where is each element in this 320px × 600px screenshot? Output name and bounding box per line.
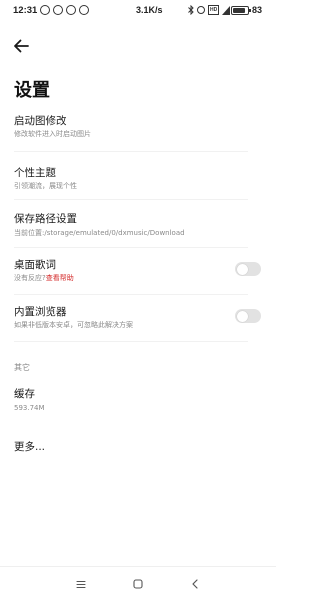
builtin-browser-toggle[interactable] — [235, 309, 261, 323]
menu-button[interactable] — [70, 573, 92, 595]
notification-icon — [53, 5, 63, 15]
signal-icon — [222, 5, 231, 15]
menu-icon — [76, 580, 86, 588]
divider — [14, 341, 248, 342]
setting-subtitle: 如果非低版本安卓，可忽略此解决方案 — [14, 321, 133, 329]
setting-subtitle: 没有反应?查看帮助 — [14, 273, 74, 283]
sync-icon — [66, 5, 76, 15]
status-time: 12:31 — [13, 5, 38, 16]
help-prefix: 没有反应? — [14, 274, 46, 282]
arrow-left-icon — [14, 39, 29, 53]
divider — [14, 199, 248, 200]
bluetooth-icon — [188, 5, 194, 15]
home-icon — [133, 579, 143, 589]
divider — [14, 247, 248, 248]
view-help-link[interactable]: 查看帮助 — [46, 274, 74, 282]
setting-theme[interactable]: 个性主题 引领潮流，展现个性 — [0, 160, 276, 200]
setting-subtitle: 当前位置:/storage/emulated/0/dxmusic/Downloa… — [14, 229, 185, 237]
setting-more[interactable]: 更多... — [0, 433, 276, 459]
back-nav-button[interactable] — [184, 573, 206, 595]
setting-title: 个性主题 — [14, 167, 56, 179]
status-left-icons — [40, 5, 89, 15]
setting-cache[interactable]: 缓存 593.74M — [0, 380, 276, 420]
system-nav-bar — [0, 566, 276, 600]
toggle-knob — [236, 263, 248, 275]
desktop-lyrics-toggle[interactable] — [235, 262, 261, 276]
divider — [14, 294, 248, 295]
network-speed: 3.1K/s — [136, 5, 163, 15]
page-title: 设置 — [14, 80, 50, 101]
wechat-icon — [40, 5, 50, 15]
setting-title: 桌面歌词 — [14, 259, 56, 271]
cache-size: 593.74M — [14, 404, 45, 412]
more-label: 更多... — [14, 441, 46, 453]
setting-save-path[interactable]: 保存路径设置 当前位置:/storage/emulated/0/dxmusic/… — [0, 205, 276, 247]
setting-builtin-browser[interactable]: 内置浏览器 如果非低版本安卓，可忽略此解决方案 — [0, 299, 276, 341]
alarm-icon — [79, 5, 89, 15]
home-button[interactable] — [127, 573, 149, 595]
setting-title: 内置浏览器 — [14, 306, 67, 318]
back-icon — [192, 579, 198, 589]
status-bar: 12:31 3.1K/s HD 83 — [0, 0, 276, 24]
battery-fill — [233, 8, 245, 13]
battery-icon — [231, 6, 251, 15]
status-right-icons: HD — [188, 5, 231, 15]
setting-subtitle: 引领潮流，展现个性 — [14, 182, 77, 190]
setting-title: 保存路径设置 — [14, 213, 77, 225]
setting-title: 启动图修改 — [14, 115, 67, 127]
hd-icon: HD — [208, 5, 220, 15]
divider — [14, 151, 248, 152]
back-button[interactable] — [9, 36, 33, 56]
battery-percent: 83 — [252, 5, 263, 15]
alarm-clock-icon — [197, 6, 205, 14]
toggle-knob — [236, 310, 248, 322]
setting-title: 缓存 — [14, 388, 35, 400]
setting-splash-image[interactable]: 启动图修改 修改软件进入时启动图片 — [0, 108, 276, 152]
section-label-other: 其它 — [14, 363, 30, 372]
setting-subtitle: 修改软件进入时启动图片 — [14, 130, 91, 138]
setting-desktop-lyrics[interactable]: 桌面歌词 没有反应?查看帮助 — [0, 252, 276, 294]
